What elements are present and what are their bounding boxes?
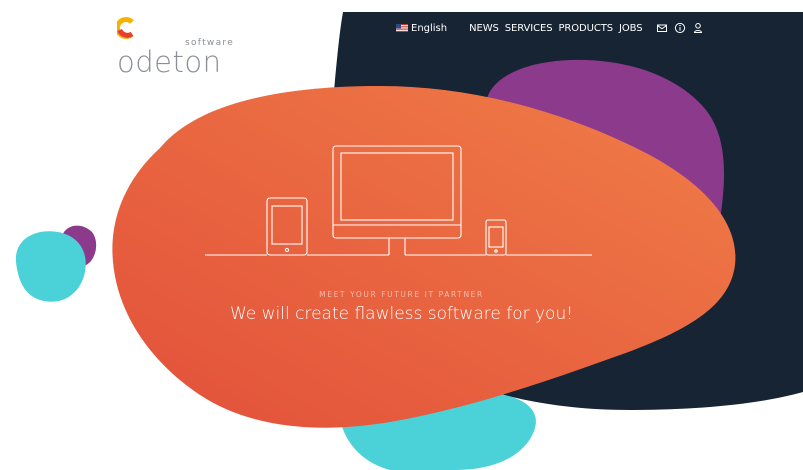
info-icon[interactable] [674, 22, 686, 34]
logo-text: odeton [117, 45, 222, 79]
nav-services[interactable]: SERVICES [505, 23, 553, 34]
language-label: English [411, 22, 448, 34]
us-flag-icon [396, 24, 408, 32]
nav-jobs[interactable]: JOBS [619, 23, 643, 34]
hero-headline: We will create flawless software for you… [229, 304, 574, 324]
logo-subtitle: software [185, 38, 235, 48]
language-selector[interactable]: English [396, 23, 447, 34]
hero-tagline: MEET YOUR FUTURE IT PARTNER [319, 290, 484, 299]
mail-icon[interactable] [656, 22, 668, 34]
nav-products[interactable]: PRODUCTS [558, 23, 613, 34]
logo-c-icon [117, 17, 134, 39]
nav-icon-group [656, 22, 710, 34]
logo[interactable]: odeton software [117, 8, 237, 79]
user-icon[interactable] [692, 22, 704, 34]
nav-news[interactable]: NEWS [469, 23, 499, 34]
top-nav: English NEWS SERVICES PRODUCTS JOBS [396, 20, 710, 36]
